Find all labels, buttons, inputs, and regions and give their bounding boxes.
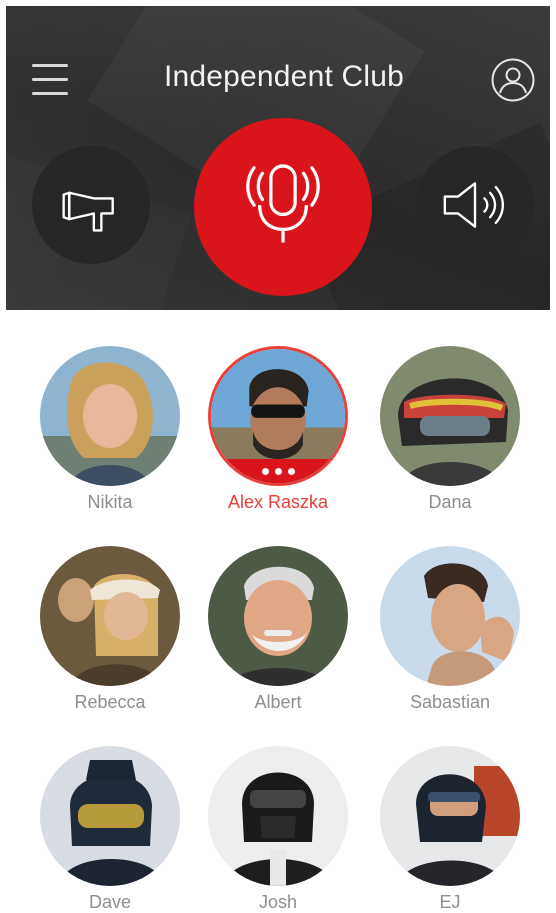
push-to-talk-button[interactable] xyxy=(194,118,372,296)
megaphone-button[interactable] xyxy=(32,146,150,264)
member-avatar xyxy=(208,546,348,686)
member-avatar xyxy=(380,746,520,886)
member-tile-rebecca[interactable]: Rebecca xyxy=(35,546,185,713)
member-avatar xyxy=(208,746,348,886)
member-tile-nikita[interactable]: Nikita xyxy=(35,346,185,513)
microphone-broadcast-icon xyxy=(246,164,320,243)
member-tile-alex-raszka[interactable]: Alex Raszka xyxy=(203,346,353,513)
user-profile-icon[interactable] xyxy=(490,57,536,103)
speaker-volume-icon xyxy=(443,182,504,228)
member-name: Josh xyxy=(258,892,298,912)
member-tile-sabastian[interactable]: Sabastian xyxy=(375,546,525,713)
member-name: Dana xyxy=(428,492,472,512)
app-header: Independent Club xyxy=(6,6,550,310)
member-avatar xyxy=(40,346,180,486)
member-name: EJ xyxy=(439,892,461,912)
talking-indicator xyxy=(211,459,345,483)
member-avatar xyxy=(380,546,520,686)
member-tile-dave[interactable]: Dave xyxy=(35,746,185,913)
member-grid: Nikita Alex Raszka Dana Rebecca Albert S… xyxy=(0,310,556,912)
member-avatar xyxy=(40,546,180,686)
megaphone-icon xyxy=(62,191,114,232)
member-avatar xyxy=(40,746,180,886)
member-avatar xyxy=(380,346,520,486)
speaker-button[interactable] xyxy=(416,146,534,264)
member-tile-josh[interactable]: Josh xyxy=(203,746,353,913)
member-name: Alex Raszka xyxy=(227,492,329,512)
member-name: Rebecca xyxy=(74,692,146,712)
group-title: Independent Club xyxy=(163,60,405,93)
member-tile-dana[interactable]: Dana xyxy=(375,346,525,513)
member-tile-ej[interactable]: EJ xyxy=(375,746,525,913)
member-name: Nikita xyxy=(87,492,133,512)
hamburger-menu-icon[interactable] xyxy=(32,62,70,98)
member-name: Albert xyxy=(254,692,302,712)
member-name: Dave xyxy=(88,892,132,912)
member-avatar-talking xyxy=(208,346,348,486)
member-tile-albert[interactable]: Albert xyxy=(203,546,353,713)
member-name: Sabastian xyxy=(409,692,491,712)
